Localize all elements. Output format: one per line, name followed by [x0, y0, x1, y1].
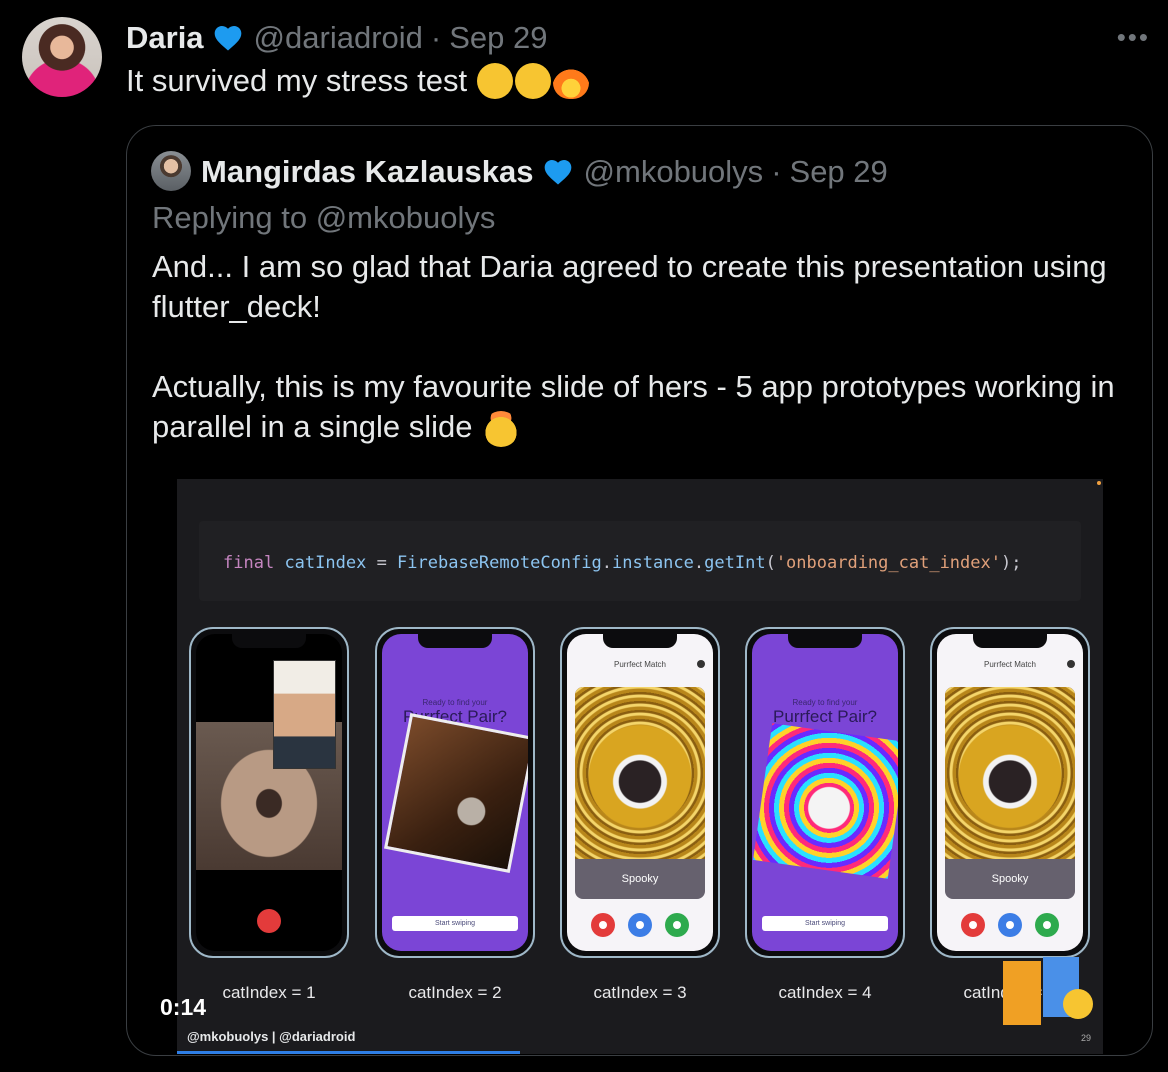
start-swiping-button: Start swiping	[392, 916, 518, 931]
phone-screen: Purrfect Match Spooky	[937, 634, 1083, 951]
code-class: FirebaseRemoteConfig	[397, 553, 602, 573]
phone-screen: Purrfect Match Spooky	[567, 634, 713, 951]
quoted-tweet[interactable]: Mangirdas Kazlauskas @mkobuolys · Sep 29…	[126, 125, 1153, 1056]
replying-to: Replying to @mkobuolys	[152, 200, 496, 235]
separator-dot: ·	[430, 20, 442, 55]
quoted-handle[interactable]: @mkobuolys	[584, 154, 764, 190]
more-options-icon[interactable]: •••	[1117, 22, 1150, 53]
tweet-header: Daria @dariadroid · Sep 29	[126, 18, 547, 58]
code-keyword: final	[223, 553, 275, 573]
code-method: getInt	[704, 553, 766, 573]
slide-number: 29	[1080, 1033, 1091, 1043]
tweet-date[interactable]: Sep 29	[449, 20, 547, 56]
call-icon	[998, 913, 1022, 937]
smirking-face-icon	[515, 63, 552, 99]
cat-index-label-4: catIndex = 4	[778, 983, 872, 1002]
code-variable: catIndex	[284, 553, 367, 573]
video-progress-bar[interactable]	[177, 1051, 520, 1054]
settings-icon	[697, 660, 705, 668]
quoted-paragraph-2: Actually, this is my favourite slide of …	[152, 367, 1137, 447]
cat-card: Spooky	[575, 687, 705, 899]
quoted-author-avatar[interactable]	[151, 151, 191, 191]
action-row	[567, 913, 713, 937]
code-paren: );	[1000, 553, 1022, 573]
quoted-text: And... I am so glad that Daria agreed to…	[152, 247, 1137, 447]
exploding-head-icon	[483, 410, 520, 447]
phone-notch	[418, 634, 492, 648]
settings-icon	[1067, 660, 1075, 668]
phone-notch	[603, 634, 677, 648]
quoted-paragraph-2-text: Actually, this is my favourite slide of …	[152, 369, 1115, 444]
code-paren: (	[765, 553, 776, 573]
code-string: 'onboarding_cat_index'	[775, 553, 1001, 573]
like-icon	[1035, 913, 1059, 937]
fire-icon	[553, 63, 590, 99]
code-dot: .	[601, 553, 612, 573]
verified-badge-icon	[544, 160, 571, 185]
cat-photo	[945, 687, 1075, 859]
call-icon	[628, 913, 652, 937]
face-with-tears-of-joy-icon	[477, 63, 514, 99]
card-label: Spooky	[621, 873, 659, 885]
quoted-author-name[interactable]: Mangirdas Kazlauskas	[201, 154, 534, 190]
cat-index-label-2: catIndex = 2	[408, 983, 502, 1002]
phone-notch	[232, 634, 306, 648]
separator-dot: ·	[771, 154, 782, 189]
phone-3: Purrfect Match Spooky	[560, 627, 720, 958]
video-player[interactable]: final catIndex = FirebaseRemoteConfig.in…	[177, 479, 1103, 1054]
cat-photo	[575, 687, 705, 859]
caller-pip	[273, 660, 336, 769]
like-icon	[665, 913, 689, 937]
start-swiping-button: Start swiping	[762, 916, 888, 931]
cat-photo	[384, 713, 528, 873]
app-title: Purrfect Match	[983, 660, 1036, 669]
logo-shape	[1003, 961, 1041, 1025]
app-title: Purrfect Match	[613, 660, 666, 669]
cat-card: Spooky	[945, 687, 1075, 899]
tweet-text-content: It survived my stress test	[126, 63, 468, 98]
slide-credit: @mkobuolys | @dariadroid	[187, 1029, 356, 1044]
phone-screen: Ready to find your Purrfect Pair? Start …	[382, 634, 528, 951]
phone-screen	[196, 634, 342, 951]
code-dot: .	[693, 553, 705, 573]
phone-notch	[788, 634, 862, 648]
dislike-icon	[591, 913, 615, 937]
quoted-header: Mangirdas Kazlauskas @mkobuolys · Sep 29	[201, 152, 888, 192]
recording-dot	[1097, 481, 1101, 485]
code-member: instance	[612, 553, 694, 573]
ready-text: Ready to find your	[792, 698, 858, 707]
tweet-text: It survived my stress test	[126, 60, 590, 102]
phone-notch	[973, 634, 1047, 648]
author-name[interactable]: Daria	[126, 20, 204, 56]
hang-up-icon	[257, 909, 281, 933]
phone-screen: Ready to find your Purrfect Pair? Start …	[752, 634, 898, 951]
action-row	[937, 913, 1083, 937]
code-line: final catIndex = FirebaseRemoteConfig.in…	[223, 553, 1021, 573]
cat-index-label-1: catIndex = 1	[222, 983, 316, 1002]
quoted-paragraph-1: And... I am so glad that Daria agreed to…	[152, 249, 1107, 324]
cat-index-label-3: catIndex = 3	[593, 983, 687, 1002]
phone-1	[189, 627, 349, 958]
phone-5: Purrfect Match Spooky	[930, 627, 1090, 958]
phone-2: Ready to find your Purrfect Pair? Start …	[375, 627, 535, 958]
ready-text: Ready to find your	[422, 698, 488, 707]
phone-4: Ready to find your Purrfect Pair? Start …	[745, 627, 905, 958]
quoted-date[interactable]: Sep 29	[790, 154, 888, 190]
verified-badge-icon	[214, 26, 241, 51]
flutter-deck-logo	[1003, 957, 1093, 1025]
video-time: 0:14	[160, 994, 207, 1020]
cat-photo	[753, 723, 898, 879]
author-handle[interactable]: @dariadroid	[254, 20, 423, 56]
author-avatar[interactable]	[22, 17, 102, 97]
dislike-icon	[961, 913, 985, 937]
code-equals: =	[366, 553, 398, 573]
card-label: Spooky	[991, 873, 1029, 885]
logo-emoji-icon	[1063, 989, 1093, 1019]
